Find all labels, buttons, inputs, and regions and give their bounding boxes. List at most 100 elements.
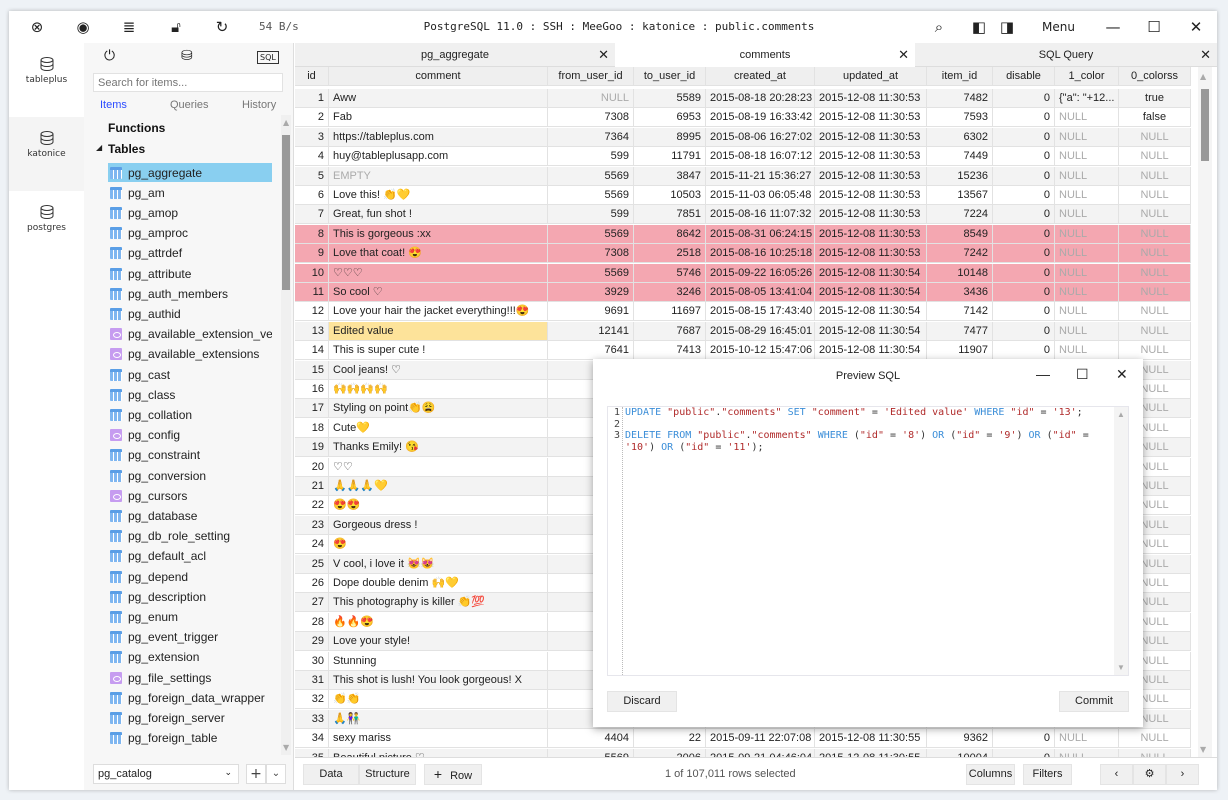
table-row[interactable]: 6 Love this! 👏💛 5569 10503 2015-11-03 06:05:…	[295, 186, 1191, 205]
table-row[interactable]: 7 Great, fun shot ! 599 7851 2015-08-16 11:0…	[295, 205, 1191, 225]
cell-created[interactable]: 2015-08-31 06:24:15	[706, 224, 815, 244]
preview-icon[interactable]: ◉	[73, 18, 93, 36]
scrollbar-thumb[interactable]	[282, 135, 290, 290]
column-header-updated-at[interactable]: updated_at	[815, 67, 927, 86]
cell-item[interactable]: 10004	[927, 748, 993, 757]
cell-id[interactable]: 3	[295, 127, 329, 147]
cell-from[interactable]: 3929	[548, 283, 634, 302]
settings-button[interactable]: ⚙	[1133, 764, 1166, 785]
cell-to[interactable]: 7851	[634, 205, 706, 225]
cell-comment[interactable]: Styling on point👏😩	[329, 399, 548, 419]
cell-updated[interactable]: 2015-12-08 11:30:53	[815, 108, 927, 128]
cell-c0[interactable]: NULL	[1119, 244, 1191, 264]
cell-c0[interactable]: NULL	[1119, 127, 1191, 147]
sidebar-item-pg-database[interactable]: pg_database	[108, 506, 272, 525]
maximize-icon[interactable]: ☐	[1076, 366, 1089, 383]
add-row-button[interactable]: + Row	[424, 764, 482, 785]
database-icon[interactable]: ⛁	[181, 48, 193, 64]
column-header-id[interactable]: id	[295, 67, 329, 86]
cell-created[interactable]: 2015-09-22 16:05:26	[706, 263, 815, 283]
cell-item[interactable]: 11907	[927, 341, 993, 361]
tab-pg-aggregate[interactable]: pg_aggregate ✕	[295, 43, 615, 67]
cell-id[interactable]: 26	[295, 574, 329, 593]
cell-id[interactable]: 13	[295, 321, 329, 341]
maximize-icon[interactable]: ☐	[1144, 18, 1164, 36]
cell-c0[interactable]: NULL	[1119, 341, 1191, 361]
cell-disable[interactable]: 0	[993, 224, 1055, 244]
add-button[interactable]: +	[246, 764, 266, 784]
column-header-comment[interactable]: comment	[329, 67, 548, 86]
sidebar-item-pg-cast[interactable]: pg_cast	[108, 365, 272, 384]
cell-created[interactable]: 2015-08-16 10:25:18	[706, 244, 815, 264]
cell-comment[interactable]: This photography is killer 👏💯	[329, 593, 548, 613]
cell-id[interactable]: 4	[295, 147, 329, 167]
cell-comment[interactable]: Beautiful picture ♡	[329, 748, 548, 757]
cell-comment[interactable]: https://tableplus.com	[329, 127, 548, 147]
cell-updated[interactable]: 2015-12-08 11:30:53	[815, 186, 927, 205]
cell-id[interactable]: 6	[295, 186, 329, 205]
cell-c0[interactable]: false	[1119, 108, 1191, 128]
schema-select[interactable]: pg_catalog ⌄	[93, 764, 239, 784]
cell-updated[interactable]: 2015-12-08 11:30:53	[815, 244, 927, 264]
cell-comment[interactable]: Stunning	[329, 651, 548, 671]
lock-icon[interactable]: 🔓︎	[166, 18, 186, 36]
cell-from[interactable]: 7364	[548, 127, 634, 147]
column-header-created-at[interactable]: created_at	[706, 67, 815, 86]
cell-to[interactable]: 8995	[634, 127, 706, 147]
sidebar-item-pg-description[interactable]: pg_description	[108, 587, 272, 606]
tables-group[interactable]: Tables	[108, 142, 145, 156]
cell-id[interactable]: 24	[295, 535, 329, 555]
cell-disable[interactable]: 0	[993, 166, 1055, 186]
cell-comment[interactable]: This shot is lush! You look gorgeous! X	[329, 671, 548, 690]
table-row[interactable]: 12 Love your hair the jacket everything!!…	[295, 302, 1191, 322]
sidebar-scrollbar[interactable]: ▲ ▼	[281, 115, 291, 755]
cell-disable[interactable]: 0	[993, 89, 1055, 108]
table-row[interactable]: 2 Fab 7308 6953 2015-08-19 16:33:42 2015-12-0…	[295, 108, 1191, 128]
cell-from[interactable]: 5569	[548, 263, 634, 283]
cell-comment[interactable]: ♡♡	[329, 457, 548, 477]
cell-item[interactable]: 7224	[927, 205, 993, 225]
cell-item[interactable]: 7593	[927, 108, 993, 128]
sidebar-item-pg-db-role-setting[interactable]: pg_db_role_setting	[108, 527, 272, 546]
cell-c1[interactable]: NULL	[1055, 283, 1119, 302]
cell-id[interactable]: 22	[295, 496, 329, 516]
cell-item[interactable]: 6302	[927, 127, 993, 147]
cell-updated[interactable]: 2015-12-08 11:30:55	[815, 729, 927, 749]
cell-updated[interactable]: 2015-12-08 11:30:53	[815, 224, 927, 244]
cell-comment[interactable]: Love that coat! 😍	[329, 244, 548, 264]
minimize-icon[interactable]: —	[1103, 18, 1123, 36]
table-row[interactable]: 4 huy@tableplusapp.com 599 11791 2015-08-18 …	[295, 147, 1191, 167]
grid-scrollbar[interactable]: ▲ ▼	[1198, 67, 1212, 757]
sidebar-item-pg-am[interactable]: pg_am	[108, 183, 272, 202]
cell-c1[interactable]: NULL	[1055, 341, 1119, 361]
cell-to[interactable]: 11791	[634, 147, 706, 167]
menu-button[interactable]: Menu	[1042, 20, 1075, 34]
cell-id[interactable]: 8	[295, 224, 329, 244]
cell-c1[interactable]: NULL	[1055, 263, 1119, 283]
table-row[interactable]: 1 Aww NULL 5589 2015-08-18 20:28:23 2015-12-0…	[295, 89, 1191, 108]
cell-updated[interactable]: 2015-12-08 11:30:54	[815, 302, 927, 322]
cell-updated[interactable]: 2015-12-08 11:30:53	[815, 127, 927, 147]
cell-c1[interactable]: NULL	[1055, 748, 1119, 757]
cell-c0[interactable]: NULL	[1119, 263, 1191, 283]
cell-from[interactable]: 5569	[548, 224, 634, 244]
cell-id[interactable]: 21	[295, 477, 329, 496]
sql-code[interactable]: UPDATE "public"."comments" SET "comment"…	[625, 407, 1113, 453]
cell-item[interactable]: 13567	[927, 186, 993, 205]
close-tab-icon[interactable]: ✕	[598, 43, 609, 67]
toggle-left-panel-icon[interactable]: ◧	[969, 18, 989, 36]
close-connection-icon[interactable]: ⊗	[27, 18, 47, 36]
cell-comment[interactable]: Edited value	[329, 321, 548, 341]
sidebar-item-pg-amop[interactable]: pg_amop	[108, 203, 272, 222]
cell-id[interactable]: 7	[295, 205, 329, 225]
sidebar-item-pg-authid[interactable]: pg_authid	[108, 304, 272, 323]
cell-item[interactable]: 7142	[927, 302, 993, 322]
cell-c0[interactable]: NULL	[1119, 729, 1191, 749]
table-row[interactable]: 14 This is super cute ! 7641 7413 2015-10-12…	[295, 341, 1191, 361]
cell-c1[interactable]: NULL	[1055, 244, 1119, 264]
cell-to[interactable]: 5589	[634, 89, 706, 108]
table-row[interactable]: 8 This is gorgeous :xx 5569 8642 2015-08-31 …	[295, 224, 1191, 244]
sidebar-item-pg-auth-members[interactable]: pg_auth_members	[108, 284, 272, 303]
search-icon[interactable]: ⌕	[929, 18, 949, 36]
sidebar-item-pg-conversion[interactable]: pg_conversion	[108, 466, 272, 485]
